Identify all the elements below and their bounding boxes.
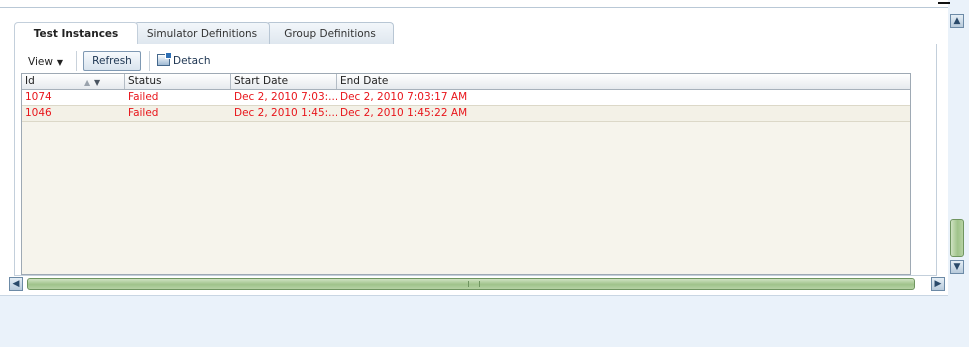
cell-id: 1074: [25, 91, 52, 103]
column-header-end-date[interactable]: End Date: [337, 74, 910, 89]
vertical-scroll-thumb[interactable]: [950, 219, 964, 257]
horizontal-scrollbar[interactable]: ◀ ▶: [9, 277, 947, 292]
table-row[interactable]: 1046 Failed Dec 2, 2010 1:45:... Dec 2, …: [22, 106, 910, 122]
scroll-grip: [468, 281, 480, 287]
sort-descending-icon[interactable]: ▼: [94, 75, 100, 90]
cell-end-date: Dec 2, 2010 1:45:22 AM: [340, 107, 468, 119]
arrow-up-icon[interactable]: ▲: [950, 14, 964, 28]
header-divider: [0, 7, 948, 8]
column-header-label: Id: [25, 75, 35, 87]
sort-ascending-icon[interactable]: ▲: [84, 75, 90, 90]
toolbar-separator: [149, 51, 150, 71]
main-region: Test Instances Simulator Definitions Gro…: [0, 0, 950, 296]
chevron-down-icon: ▼: [56, 58, 64, 67]
arrow-down-icon[interactable]: ▼: [950, 260, 964, 274]
column-header-id[interactable]: Id ▲ ▼: [22, 74, 125, 89]
column-header-status[interactable]: Status: [125, 74, 231, 89]
toolbar-separator: [76, 51, 77, 71]
instances-table: Id ▲ ▼ Status Start Date End Date 1074 F…: [21, 73, 911, 275]
tab-simulator-definitions[interactable]: Simulator Definitions: [134, 22, 270, 44]
horizontal-scroll-thumb[interactable]: [27, 278, 915, 290]
arrow-right-icon[interactable]: ▶: [931, 277, 945, 291]
column-header-start-date[interactable]: Start Date: [231, 74, 337, 89]
cell-start-date: Dec 2, 2010 1:45:...: [234, 107, 337, 119]
column-header-label: End Date: [340, 75, 389, 87]
vertical-scrollbar[interactable]: ▲ ▼: [950, 14, 965, 276]
cell-start-date: Dec 2, 2010 7:03:...: [234, 91, 337, 103]
detach-button[interactable]: Detach: [157, 52, 211, 70]
refresh-button[interactable]: Refresh: [83, 51, 141, 71]
tab-test-instances[interactable]: Test Instances: [14, 22, 138, 44]
cell-status: Failed: [128, 91, 159, 103]
detach-label: Detach: [173, 55, 211, 67]
cell-id: 1046: [25, 107, 52, 119]
detach-window-icon: [157, 52, 172, 66]
window-corner-mark: [938, 2, 950, 8]
table-row[interactable]: 1074 Failed Dec 2, 2010 7:03:... Dec 2, …: [22, 90, 910, 106]
table-header: Id ▲ ▼ Status Start Date End Date: [22, 74, 910, 90]
cell-end-date: Dec 2, 2010 7:03:17 AM: [340, 91, 468, 103]
column-header-label: Start Date: [234, 75, 289, 87]
arrow-left-icon[interactable]: ◀: [9, 277, 23, 291]
cell-status: Failed: [128, 107, 159, 119]
view-menu[interactable]: View ▼: [28, 53, 63, 71]
view-menu-label: View: [28, 56, 53, 68]
column-header-label: Status: [128, 75, 162, 87]
tab-group-definitions[interactable]: Group Definitions: [266, 22, 394, 44]
